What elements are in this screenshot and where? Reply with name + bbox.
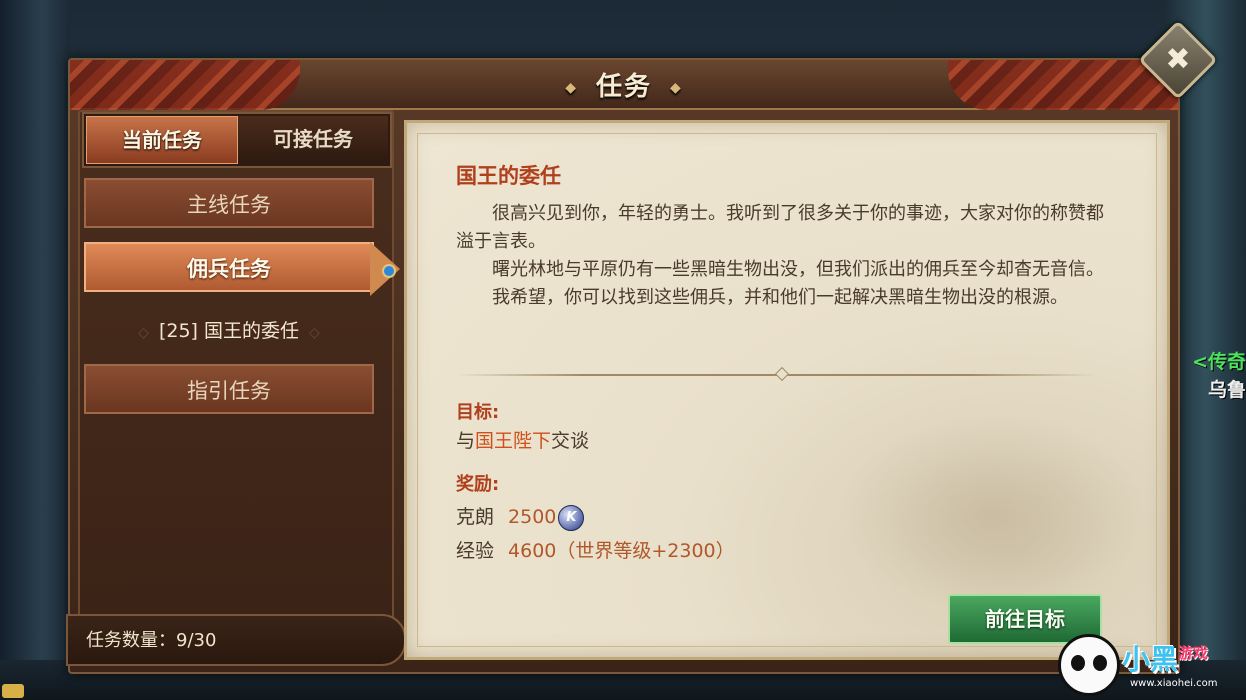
objective-label: 目标:: [456, 402, 500, 423]
window-title-label: 任务: [595, 72, 652, 102]
close-icon[interactable]: ✖: [1153, 35, 1203, 85]
tab-current-quests[interactable]: 当前任务: [86, 116, 238, 164]
watermark-url: www.xiaohei.com: [1130, 678, 1218, 689]
category-guide-quests[interactable]: 指引任务: [84, 364, 374, 414]
window-title: ◆ 任务 ◆: [70, 66, 1178, 103]
title-diamond-right-icon: ◆: [670, 79, 683, 96]
objective-prefix: 与: [456, 430, 476, 452]
quest-description-paragraph: 很高兴见到你，年轻的勇士。我听到了很多关于你的事迹，大家对你的称赞都溢于言表。: [456, 203, 1104, 252]
side-npc-title: <传奇: [1192, 351, 1246, 373]
category-main-quests[interactable]: 主线任务: [84, 178, 374, 228]
gem-icon: [382, 264, 396, 278]
quest-item-level: [25]: [158, 320, 198, 342]
diamond-icon: ◇: [138, 325, 149, 341]
quest-tabs: 当前任务 可接任务: [82, 112, 392, 168]
reward-row: 经验 4600（世界等级+2300）: [456, 536, 735, 563]
background-left-pillar: [0, 0, 70, 700]
quest-description-paragraph: 我希望，你可以找到这些佣兵，并和他们一起解决黑暗生物出没的根源。: [492, 287, 1068, 308]
diamond-icon: ◇: [309, 325, 320, 341]
watermark-sub: 游戏: [1178, 644, 1209, 662]
quest-list-item[interactable]: ◇ [25] 国王的委任 ◇: [84, 312, 374, 350]
reward-label: 奖励:: [456, 474, 500, 495]
tab-available-quests[interactable]: 可接任务: [238, 116, 388, 162]
quest-title: 国王的委任: [456, 164, 561, 188]
quest-count: 任务数量：9/30: [86, 626, 216, 652]
book-illustration: [837, 413, 1147, 613]
side-npc-label: <传奇 乌鲁: [1180, 348, 1246, 404]
reward-name: 经验: [456, 540, 495, 562]
title-diamond-left-icon: ◆: [565, 79, 578, 96]
k-coin-icon: K: [558, 504, 585, 531]
reward-value: 2500: [508, 506, 557, 528]
watermark-brand: 小黑: [1122, 643, 1179, 676]
objective-text: 与国王陛下交谈: [456, 426, 589, 453]
objective-suffix: 交谈: [551, 430, 590, 452]
quest-count-value: 9/30: [176, 630, 217, 651]
category-mercenary-quests[interactable]: 佣兵任务: [84, 242, 374, 292]
watermark: 小黑 游戏 www.xiaohei.com: [1052, 632, 1246, 700]
quest-description: 很高兴见到你，年轻的勇士。我听到了很多关于你的事迹，大家对你的称赞都溢于言表。 …: [456, 200, 1106, 312]
reward-row: 克朗 2500 K: [456, 502, 585, 531]
objective-npc-link[interactable]: 国王陛下: [475, 430, 551, 452]
reward-name: 克朗: [456, 506, 495, 528]
chat-icon[interactable]: [2, 684, 24, 698]
panda-logo-icon: [1058, 634, 1120, 696]
quest-item-name: 国王的委任: [204, 320, 300, 342]
side-npc-name: 乌鲁: [1207, 379, 1246, 401]
reward-value: 4600（世界等级+2300）: [508, 540, 735, 562]
quest-description-paragraph: 曙光林地与平原仍有一些黑暗生物出没，但我们派出的佣兵至今却杳无音信。: [492, 259, 1104, 280]
title-bar: ◆ 任务 ◆: [70, 60, 1178, 110]
quest-count-label: 任务数量：: [86, 630, 176, 651]
